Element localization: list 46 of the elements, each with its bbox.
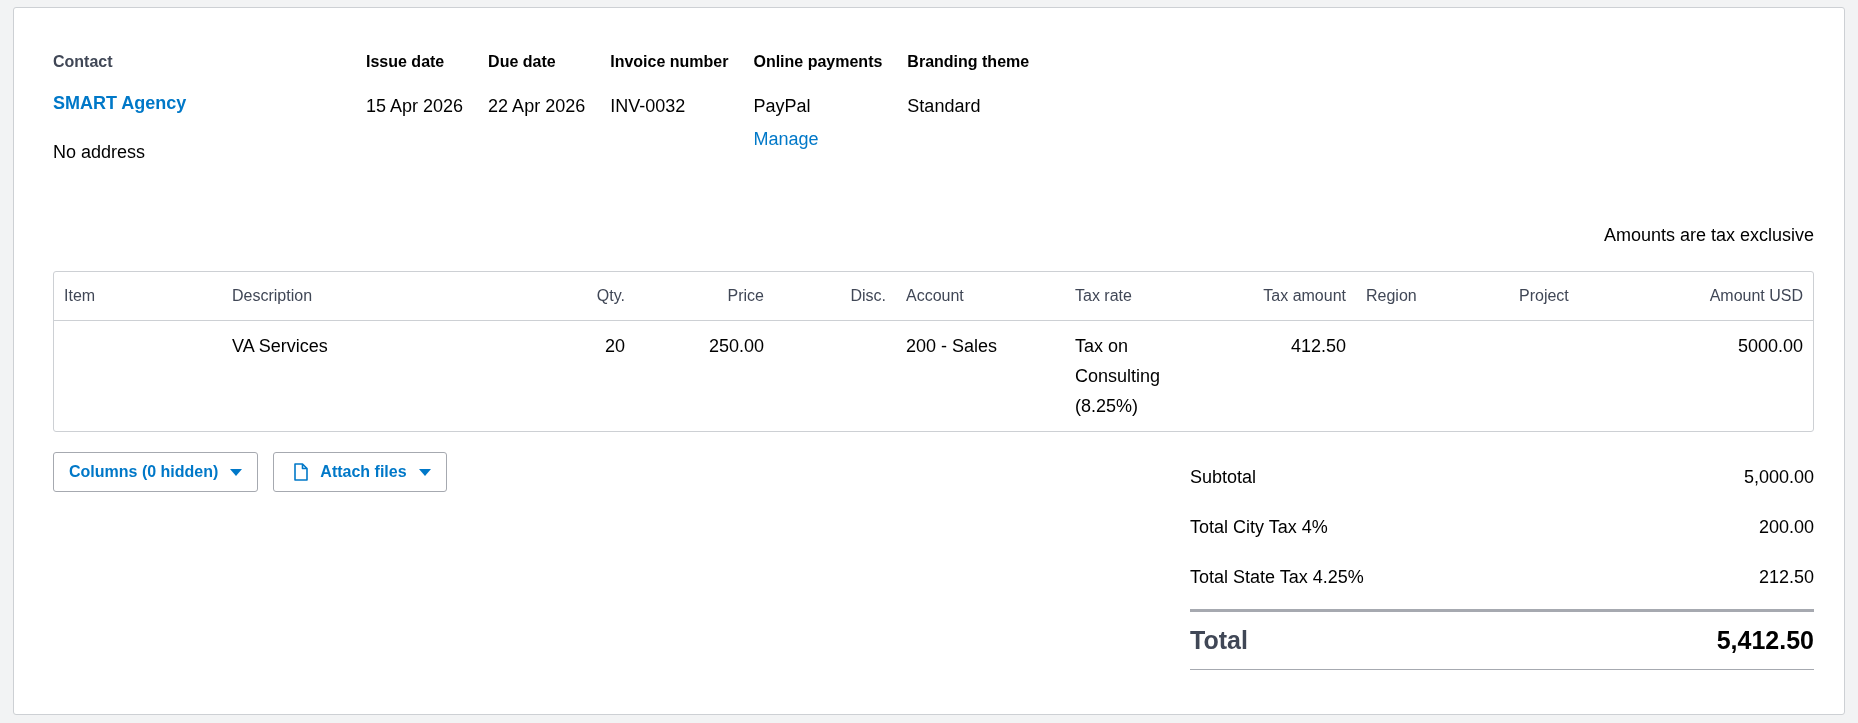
table-cell-text: 250.00 [708, 335, 764, 358]
field-value: 22 Apr 2026 [488, 95, 586, 118]
table-cell-text: 20 [604, 335, 625, 358]
field-label: Due date [488, 53, 556, 71]
column-header: Amount USD [1709, 286, 1803, 306]
field-value: INV-0032 [610, 95, 686, 118]
table-cell-text: 5000.00 [1737, 335, 1803, 358]
field-value: Standard [907, 95, 981, 118]
table-cell-text: 412.50 [1290, 335, 1346, 358]
total-label: Total City Tax 4% [1190, 515, 1328, 539]
grand-total-amount: 5,412.50 [1716, 624, 1814, 656]
field-label: Invoice number [610, 53, 729, 71]
total-label: Subtotal [1190, 465, 1257, 489]
attach-files-button[interactable]: Attach files [273, 452, 447, 492]
contact-link[interactable]: SMART Agency [53, 88, 187, 118]
column-header: Description [232, 286, 313, 306]
table-cell-text: VA Services [232, 335, 328, 358]
columns-button[interactable]: Columns (0 hidden) [53, 452, 259, 492]
total-label: Total State Tax 4.25% [1190, 565, 1364, 589]
grand-total-label: Total [1190, 624, 1248, 656]
column-header: Account [906, 286, 964, 306]
total-amount: 5,000.00 [1743, 465, 1814, 489]
caret-icon [230, 468, 243, 476]
field-label: Branding theme [907, 53, 1030, 71]
field-label: Contact [53, 53, 113, 71]
tax-note: Amounts are tax exclusive [1603, 224, 1814, 247]
column-header: Region [1366, 286, 1417, 306]
caret-icon [418, 468, 431, 476]
address-text: No address [53, 141, 146, 164]
total-amount: 200.00 [1758, 515, 1814, 539]
field-value: 15 Apr 2026 [366, 95, 464, 118]
column-header: Disc. [850, 286, 886, 306]
manage-link[interactable]: Manage [753, 124, 819, 154]
file-icon [294, 463, 309, 481]
column-header: Tax amount [1263, 286, 1346, 306]
total-amount: 212.50 [1758, 565, 1814, 589]
column-header: Price [727, 286, 764, 306]
column-header: Qty. [596, 286, 625, 306]
field-label: Online payments [753, 53, 883, 71]
table-cell-text: 200 - Sales [906, 335, 998, 358]
field-label: Issue date [366, 53, 445, 71]
field-value: PayPal [753, 95, 811, 118]
table-cell-text: Tax on Consulting (8.25%) [1075, 335, 1162, 418]
column-header: Tax rate [1075, 286, 1132, 306]
column-header: Item [64, 286, 96, 306]
column-header: Project [1519, 286, 1569, 306]
